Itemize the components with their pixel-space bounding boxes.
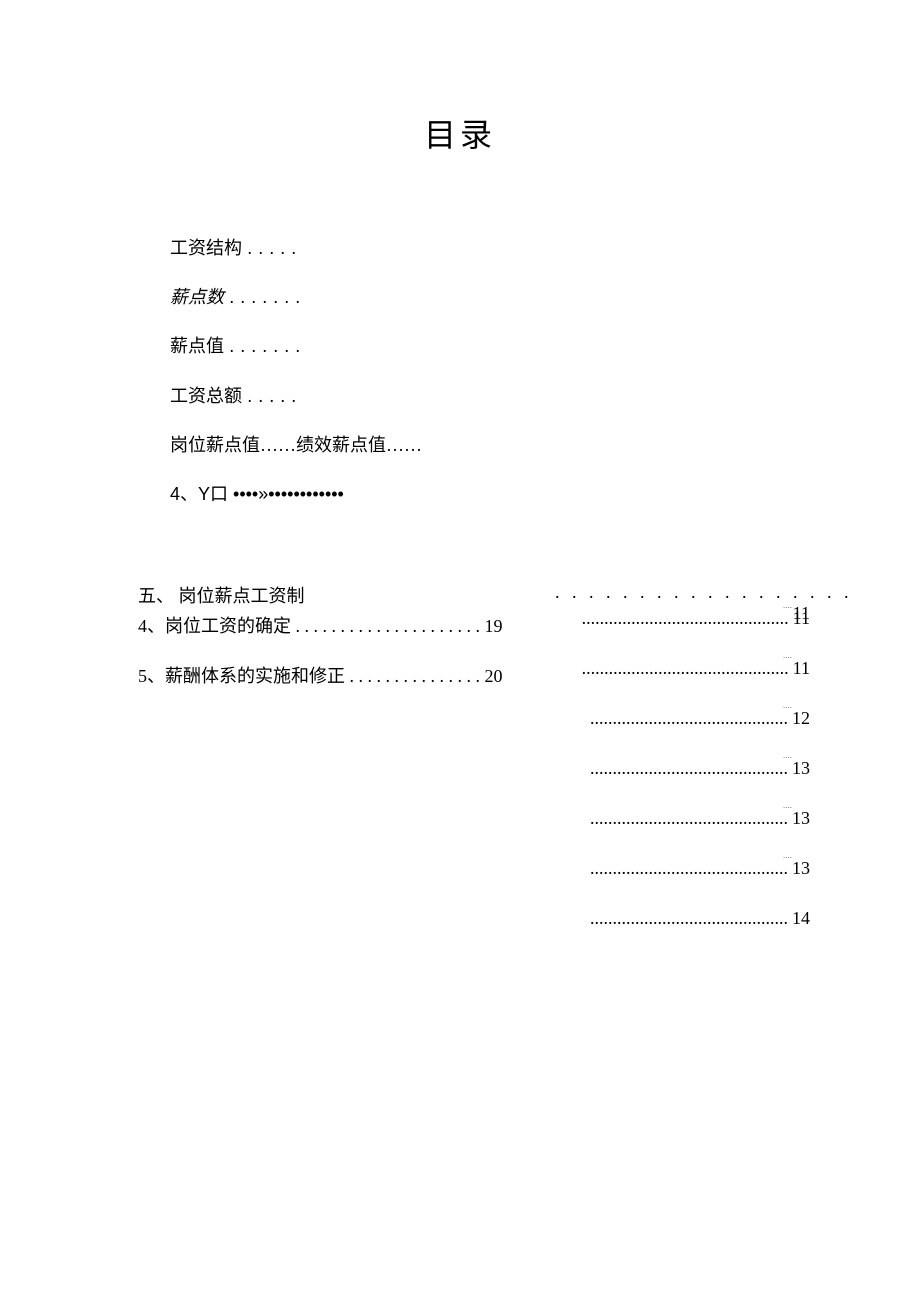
toc-item-label: 薪点值 [170,336,224,356]
leader-dots: ........................................… [590,858,788,879]
page-number: 14 [792,908,810,928]
tiny-dots-icon: .... [783,850,792,860]
toc-page-row: . . . . . . . . . . . . . . . . . .11 [555,582,810,608]
toc-entry: 4、岗位工资的确定 . . . . . . . . . . . . . . . … [138,612,518,638]
tiny-dots-icon: .... [783,800,792,810]
toc-top-section: 工资结构 . . . . . 薪点数 . . . . . . . 薪点值 . .… [0,236,920,507]
leader-dots: . . . . . . . . . . . . . . . . . . [555,582,853,603]
leader-dots: ........................................… [590,808,788,829]
page-number: 13 [792,758,810,778]
leader-dots: ........................................… [590,708,788,729]
page-number: 13 [792,808,810,828]
tiny-dots-icon: .... [783,600,792,610]
leader-dots: ........................................… [590,758,788,779]
toc-item-label: 4、Y口 ••••»•••••••••••• [170,484,344,504]
page-number: 11 [793,658,810,678]
tiny-dots-icon: .... [783,750,792,760]
toc-page-row: .... ...................................… [555,858,810,908]
toc-item: 薪点值 . . . . . . . [170,334,920,359]
tiny-dots-icon: .... [783,700,792,710]
toc-item: 薪点数 . . . . . . . [170,285,920,310]
toc-page-row: .... ...................................… [555,758,810,808]
toc-item: 工资结构 . . . . . [170,236,920,261]
toc-item-label: 薪点数 [170,287,224,307]
toc-entry: 五、 岗位薪点工资制 [138,582,518,608]
toc-dots: . . . . . . . [224,287,301,307]
tiny-dots-icon: .... [783,650,792,660]
leader-dots: ........................................… [590,908,788,929]
page-title: 目录 [0,0,920,236]
toc-dots: . . . . . [242,238,297,258]
toc-right-column: . . . . . . . . . . . . . . . . . .11 ..… [555,582,810,958]
toc-page-row: ........................................… [555,908,810,958]
page-number: 11 [793,608,810,628]
toc-item-label: 工资结构 [170,238,242,258]
toc-page-row: .... ...................................… [555,808,810,858]
toc-entry: 5、薪酬体系的实施和修正 . . . . . . . . . . . . . .… [138,662,518,688]
toc-item-label: 工资总额 [170,386,242,406]
page-number: 12 [792,708,810,728]
toc-page-row: .... ...................................… [555,708,810,758]
toc-left-column: 五、 岗位薪点工资制 4、岗位工资的确定 . . . . . . . . . .… [138,582,518,688]
leader-dots: ........................................… [582,608,789,629]
toc-item-label: 岗位薪点值……绩效薪点值…… [170,435,422,455]
toc-item: 工资总额 . . . . . [170,384,920,409]
toc-dots: . . . . . [242,386,297,406]
page-number: 13 [792,858,810,878]
toc-page-row: .... ...................................… [555,658,810,708]
toc-page-row: .... ...................................… [555,608,810,658]
toc-item: 岗位薪点值……绩效薪点值…… [170,433,920,458]
toc-item: 4、Y口 ••••»•••••••••••• [170,482,920,507]
toc-columns: 五、 岗位薪点工资制 4、岗位工资的确定 . . . . . . . . . .… [0,582,920,982]
toc-dots: . . . . . . . [224,336,301,356]
leader-dots: ........................................… [582,658,789,679]
